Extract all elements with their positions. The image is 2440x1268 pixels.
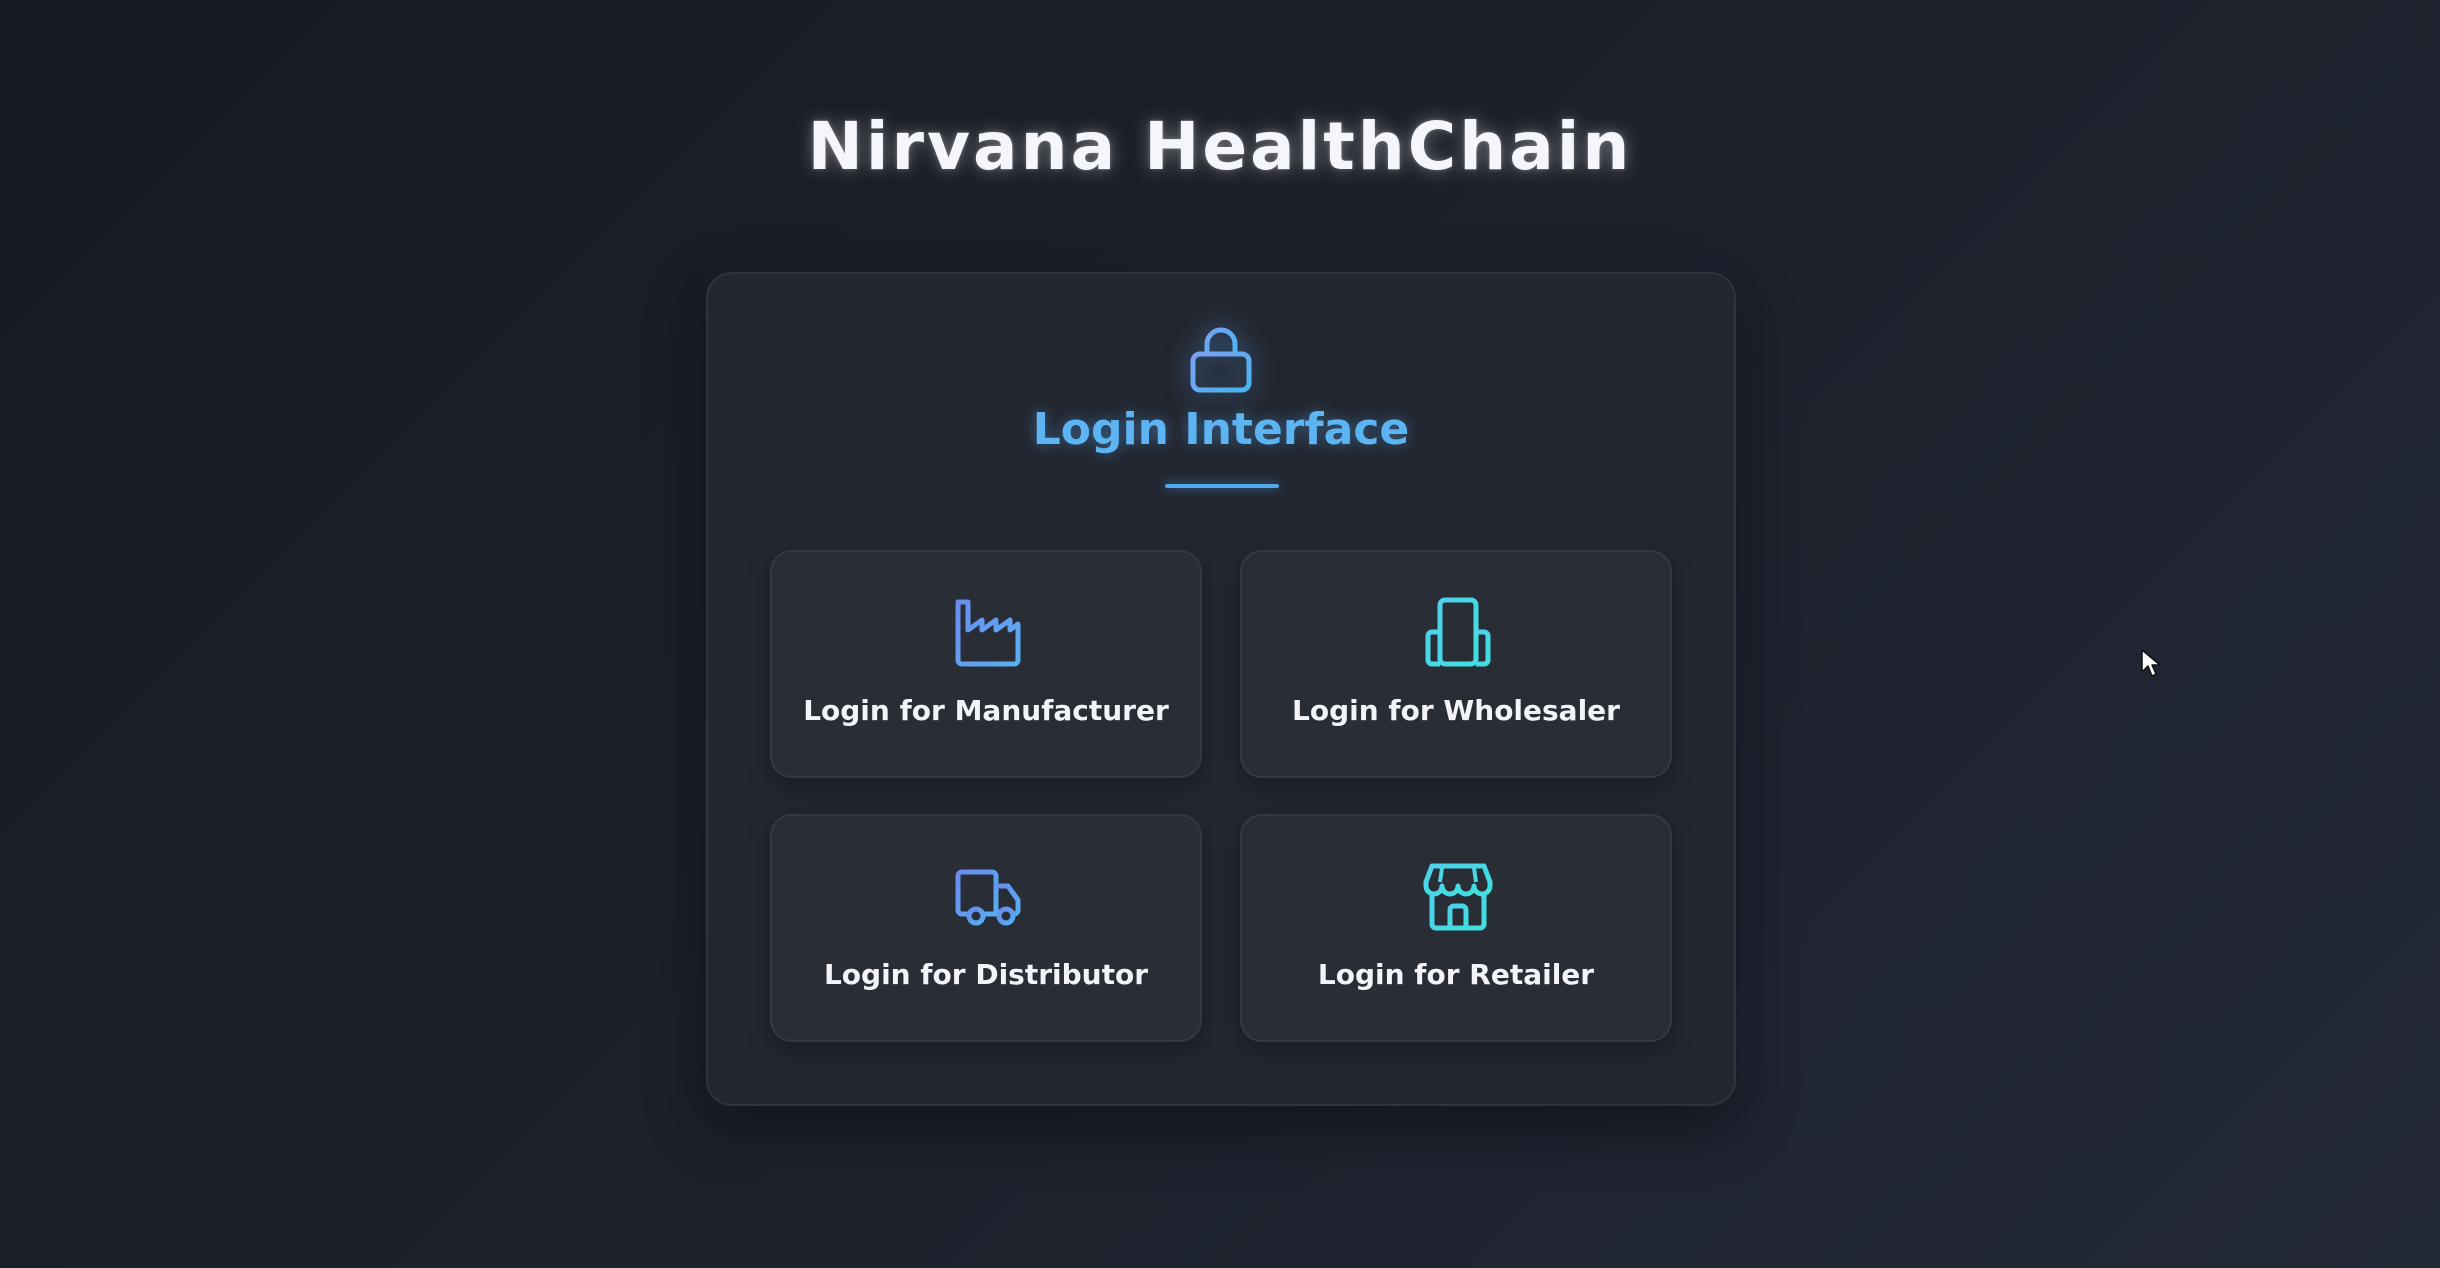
login-retailer-button[interactable]: Login for Retailer [1240, 814, 1672, 1042]
truck-icon [952, 860, 1024, 932]
card-label: Login for Distributor [823, 958, 1149, 991]
panel-title: Login Interface [1032, 404, 1410, 455]
card-label: Login for Wholesaler [1292, 694, 1620, 727]
login-distributor-button[interactable]: Login for Distributor [770, 814, 1202, 1042]
login-wholesaler-button[interactable]: Login for Wholesaler [1240, 550, 1672, 778]
mouse-cursor-icon [2140, 648, 2162, 678]
building-icon [1422, 596, 1494, 668]
title-underline [1165, 484, 1279, 488]
card-label: Login for Manufacturer [803, 694, 1169, 727]
lock-icon [1179, 316, 1263, 400]
login-manufacturer-button[interactable]: Login for Manufacturer [770, 550, 1202, 778]
login-panel: Login Interface Login for Manufacturer L… [706, 272, 1736, 1106]
factory-icon [952, 596, 1024, 668]
card-label: Login for Retailer [1317, 958, 1595, 991]
app-title: Nirvana HealthChain [807, 108, 1633, 185]
store-icon [1422, 860, 1494, 932]
